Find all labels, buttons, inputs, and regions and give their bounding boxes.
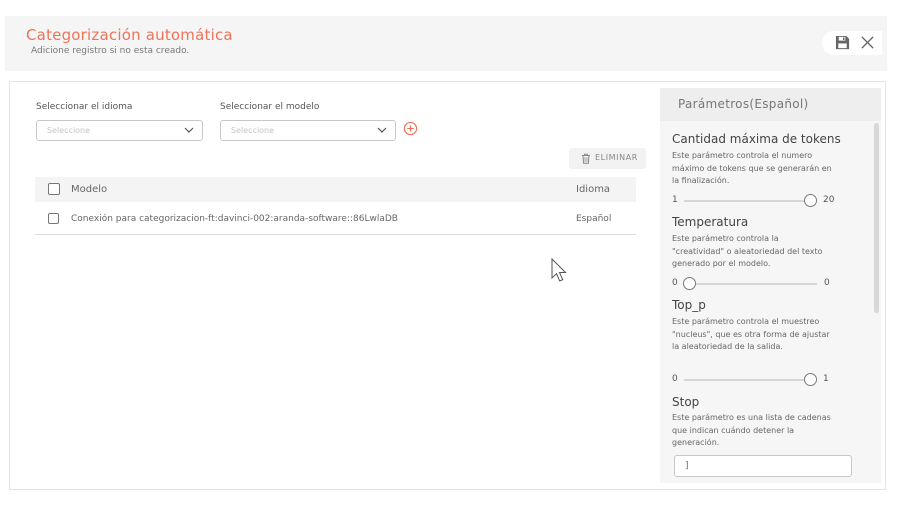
- max-tokens-description: Este parámetro controla el numero máximo…: [672, 151, 832, 185]
- language-select[interactable]: Seleccione: [36, 120, 203, 141]
- parameters-title: Parámetros(Español): [660, 88, 881, 121]
- stop-title: Stop: [672, 395, 700, 409]
- page-title: Categorización automática: [26, 26, 233, 44]
- language-select-placeholder: Seleccione: [47, 126, 91, 135]
- max-tokens-slider-track[interactable]: [684, 200, 812, 202]
- delete-button[interactable]: ELIMINAR: [569, 148, 646, 169]
- model-select[interactable]: Seleccione: [220, 120, 396, 141]
- mouse-cursor-icon: [551, 258, 567, 282]
- max-tokens-title: Cantidad máxima de tokens: [672, 132, 841, 146]
- column-header-model: Modelo: [71, 184, 108, 195]
- temperature-min: 0: [672, 278, 678, 288]
- max-tokens-max: 20: [823, 195, 835, 205]
- delete-button-label: ELIMINAR: [595, 153, 638, 162]
- temperature-slider-track[interactable]: [684, 283, 817, 285]
- table-header: Modelo Idioma: [35, 177, 636, 202]
- chevron-down-icon: [377, 127, 387, 133]
- top-p-description: Este parámetro controla el muestreo "nuc…: [672, 317, 830, 351]
- select-all-checkbox[interactable]: [48, 183, 60, 195]
- max-tokens-min: 1: [672, 195, 678, 205]
- model-select-placeholder: Seleccione: [231, 126, 275, 135]
- add-circle-icon[interactable]: [403, 121, 418, 136]
- temperature-description: Este parámetro controla la "creatividad"…: [672, 234, 823, 268]
- temperature-title: Temperatura: [672, 215, 749, 229]
- row-checkbox[interactable]: [48, 213, 59, 224]
- temperature-max: 0: [824, 278, 830, 288]
- model-label: Seleccionar el modelo: [220, 102, 320, 112]
- max-tokens-slider-thumb[interactable]: [804, 194, 817, 207]
- top-p-max: 1: [823, 374, 829, 384]
- temperature-slider-thumb[interactable]: [683, 277, 696, 290]
- column-header-language: Idioma: [576, 184, 611, 195]
- language-label: Seleccionar el idioma: [36, 102, 133, 112]
- row-language: Español: [576, 214, 612, 224]
- page-subtitle: Adicione registro si no esta creado.: [31, 46, 190, 56]
- stop-input[interactable]: ]: [674, 455, 852, 477]
- parameters-panel: Parámetros(Español) Cantidad máxima de t…: [660, 88, 881, 483]
- stop-description: Este parámetro es una lista de cadenas q…: [672, 413, 831, 447]
- parameters-scrollbar[interactable]: [874, 123, 879, 313]
- close-icon[interactable]: [860, 35, 875, 50]
- trash-icon: [582, 153, 590, 164]
- header-actions: [822, 31, 882, 55]
- save-icon[interactable]: [835, 35, 850, 50]
- top-p-min: 0: [672, 374, 678, 384]
- row-model: Conexión para categorizacion-ft:davinci-…: [71, 214, 398, 224]
- top-p-slider-track[interactable]: [684, 379, 812, 381]
- table-row[interactable]: Conexión para categorizacion-ft:davinci-…: [35, 202, 636, 235]
- top-p-slider-thumb[interactable]: [804, 373, 817, 386]
- modal-header: Categorización automática Adicione regis…: [5, 16, 887, 71]
- top-p-title: Top_p: [672, 298, 706, 312]
- chevron-down-icon: [184, 127, 194, 133]
